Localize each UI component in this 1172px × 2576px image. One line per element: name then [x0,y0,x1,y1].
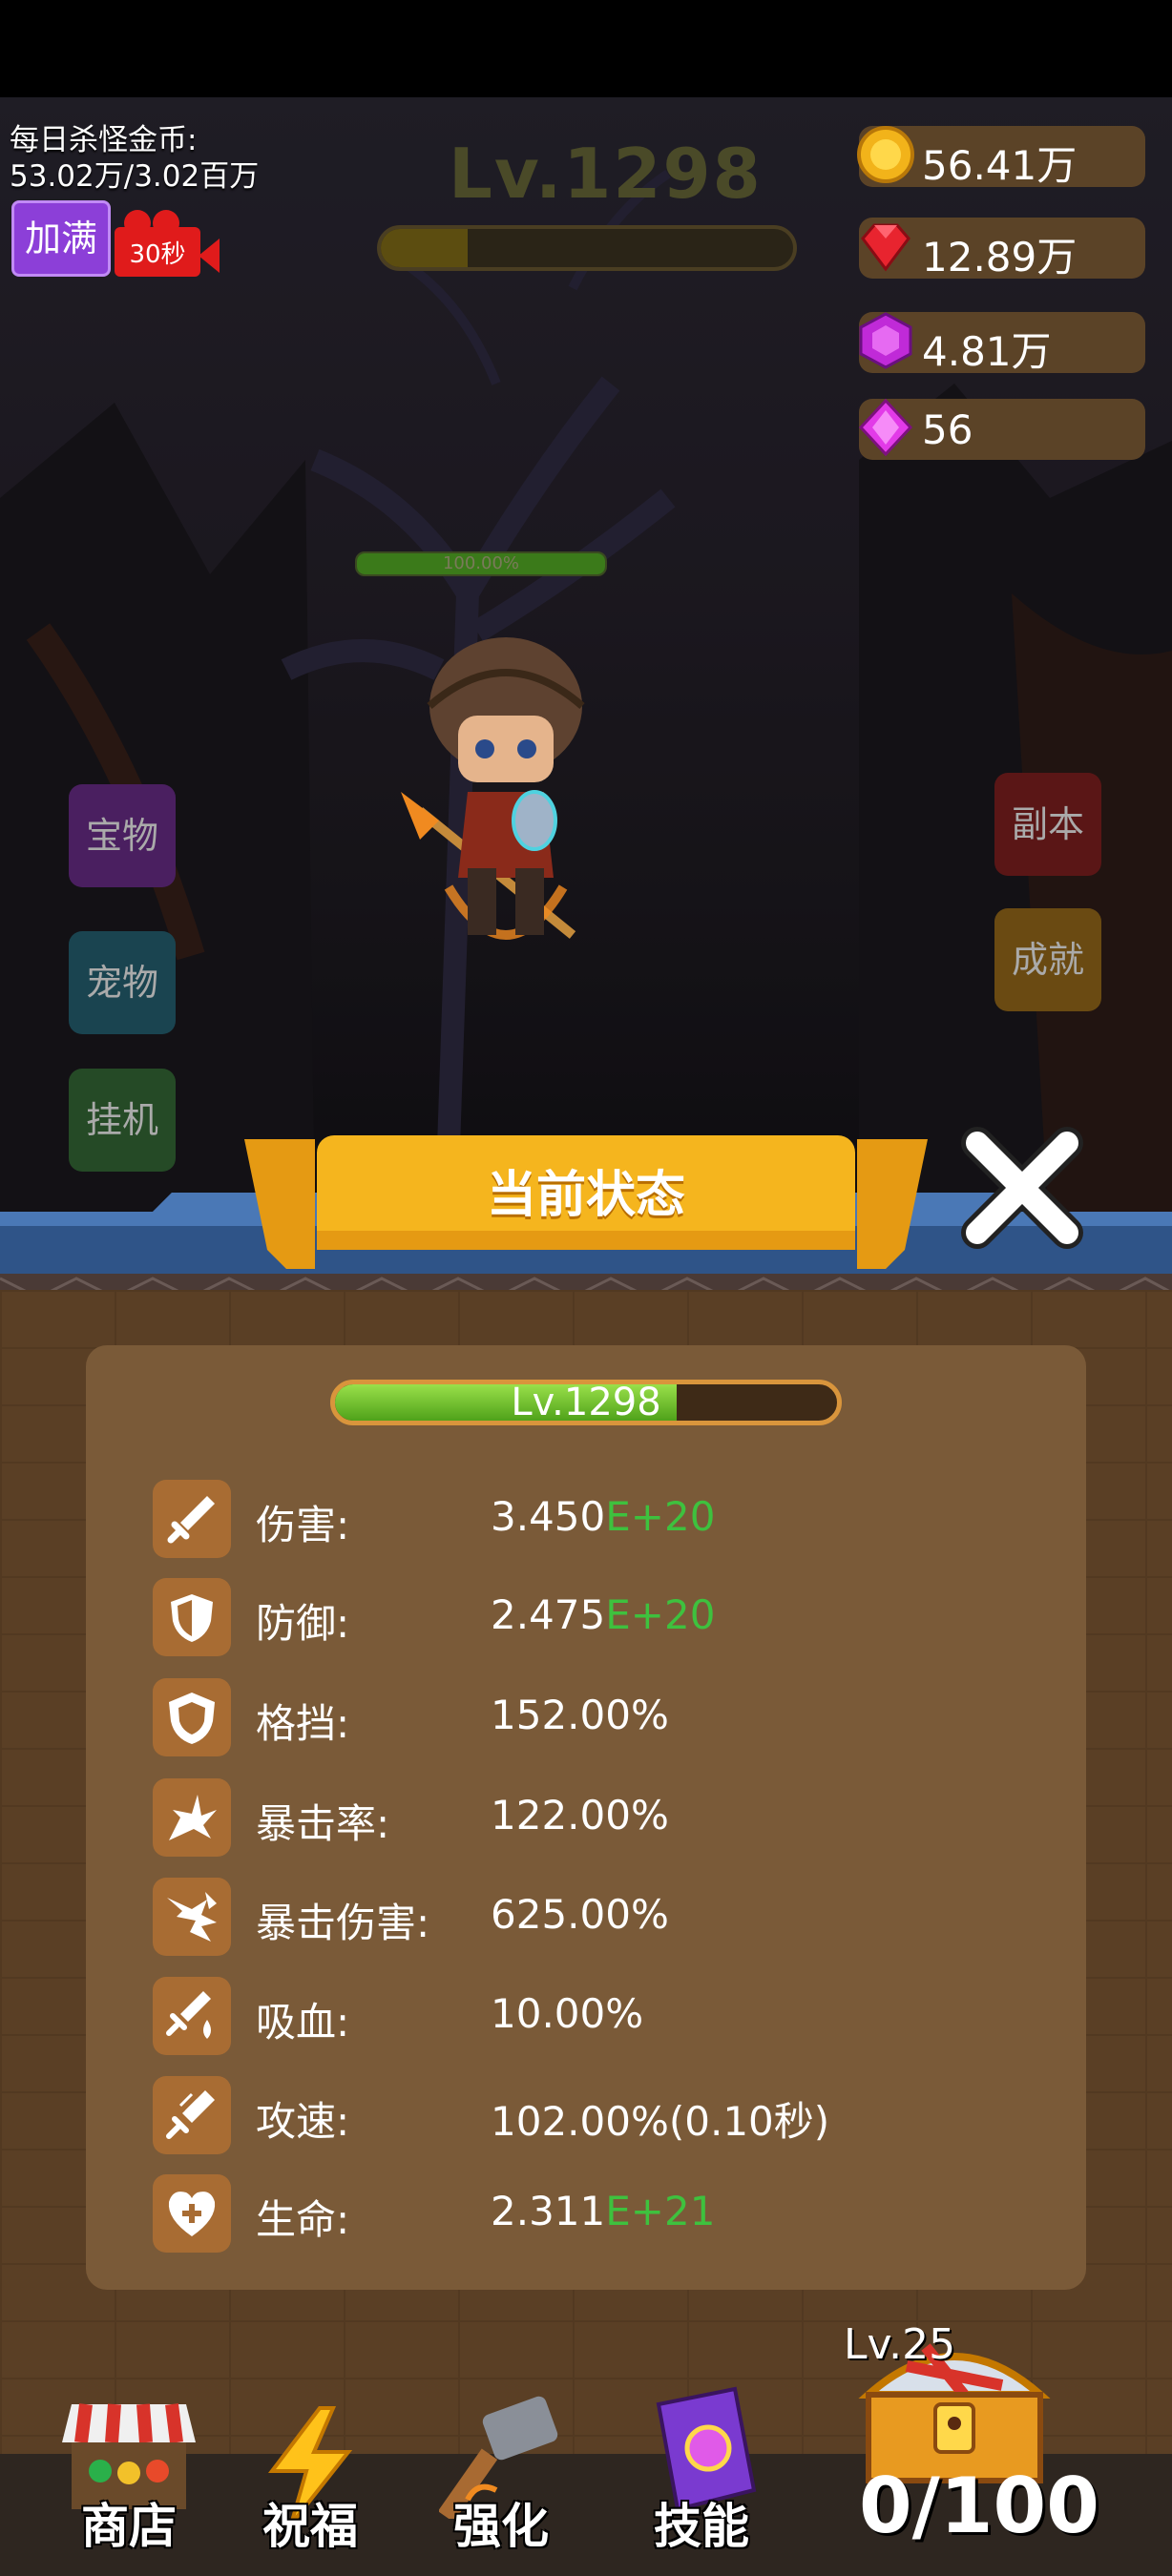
treasure-button[interactable]: 宝物 [69,784,176,887]
resource-gold[interactable]: 56.41万 [857,126,1145,189]
achievement-button[interactable]: 成就 [994,908,1101,1011]
stat-row-attack-speed: 攻速: 102.00%(0.10秒) [153,2076,1012,2154]
stat-label: 攻速: [256,2098,350,2145]
player-level: Lv.1298 [449,134,763,214]
chest-level: Lv.25 [844,2320,956,2369]
nav-blessing[interactable]: 祝福 [220,2385,401,2576]
nav-enhance-label: 强化 [453,2499,549,2554]
stat-label: 格挡: [256,1700,350,1747]
stat-value: 10.00% [491,1990,644,2037]
resource-purple-gem-value: 4.81万 [922,328,1052,375]
nav-blessing-label: 祝福 [262,2499,358,2554]
resource-purple-gem[interactable]: 4.81万 [859,312,1145,375]
block-shield-icon [169,1693,215,1744]
nav-skill-label: 技能 [654,2499,749,2554]
heart-plus-icon [168,2192,216,2236]
stat-label: 暴击伤害: [256,1900,430,1946]
stat-row-crit-rate: 暴击率: 122.00% [153,1778,1012,1857]
stat-value: 2.311 [491,2188,606,2234]
nav-enhance[interactable]: 强化 [410,2385,592,2576]
stat-value: 122.00% [491,1792,669,1839]
resource-diamond[interactable]: 56 [858,398,1145,460]
crit-burst-icon [169,1795,217,1840]
stat-value: 102.00%(0.10秒) [491,2098,830,2145]
ad-timer: 30秒 [129,240,186,269]
attack-speed-icon [166,2090,215,2139]
panel-level-bar: Lv.1298 [330,1380,842,1425]
resource-red-gem-value: 12.89万 [922,234,1078,280]
stat-exponent: E+20 [605,1591,716,1638]
close-icon[interactable] [958,1124,1086,1252]
lifesteal-icon [166,1991,211,2039]
stat-label: 暴击率: [256,1800,390,1847]
resource-red-gem[interactable]: 12.89万 [859,218,1145,280]
stat-value: 625.00% [491,1891,669,1938]
stat-row-damage: 伤害: 3.450E+20 [153,1480,1012,1558]
sword-icon [167,1496,215,1544]
resource-diamond-value: 56 [922,406,973,453]
nav-shop[interactable]: 商店 [38,2385,220,2576]
enemy-hp-bar: 100.00% [355,551,607,576]
stat-label: 伤害: [256,1502,350,1548]
status-bar [0,0,1172,97]
stat-row-lifesteal: 吸血: 10.00% [153,1977,1012,2055]
camera-lens-icon [199,239,220,273]
panel-level-text: Lv.1298 [511,1381,661,1424]
stat-exponent: E+21 [605,2188,716,2234]
nav-shop-label: 商店 [81,2499,177,2554]
nav-skill[interactable]: 技能 [611,2385,792,2576]
stat-exponent: E+20 [605,1493,716,1540]
resource-gold-value: 56.41万 [922,142,1078,189]
enemy-hp-text: 100.00% [442,553,520,573]
add-full-button[interactable]: 加满 [11,200,111,277]
stat-label: 防御: [256,1600,350,1647]
stat-row-defense: 防御: 2.475E+20 [153,1578,1012,1656]
stat-label: 吸血: [256,1999,350,2046]
hero-character [401,637,585,940]
stat-row-block: 格挡: 152.00% [153,1678,1012,1756]
stat-label: 生命: [256,2196,350,2243]
daily-gold-label: 每日杀怪金币: [10,123,198,157]
game-screen: 每日杀怪金币: 53.02万/3.02百万 加满 30秒 Lv.1298 56.… [0,0,1172,2576]
stat-row-crit-damage: 暴击伤害: 625.00% [153,1878,1012,1956]
red-gem-icon [861,223,910,272]
daily-gold-info: 每日杀怪金币: 53.02万/3.02百万 [10,122,259,195]
dungeon-button[interactable]: 副本 [994,773,1101,876]
gold-coin-icon [857,126,914,183]
daily-gold-value: 53.02万/3.02百万 [10,159,260,194]
pet-button[interactable]: 宠物 [69,931,176,1034]
stat-value: 2.475 [491,1591,606,1638]
diamond-icon [858,398,913,457]
shield-icon [171,1594,213,1642]
crit-damage-icon [167,1892,217,1942]
xp-bar [377,225,797,271]
purple-gem-icon [859,312,912,369]
panel-title: 当前状态 [486,1167,685,1224]
stat-row-health: 生命: 2.311E+21 [153,2174,1012,2253]
xp-bar-fill [381,229,468,267]
stat-value: 152.00% [491,1692,669,1738]
video-ad-button[interactable]: 30秒 [115,210,220,277]
stat-value: 3.450 [491,1493,606,1540]
chest-count: 0/100 [859,2462,1099,2550]
